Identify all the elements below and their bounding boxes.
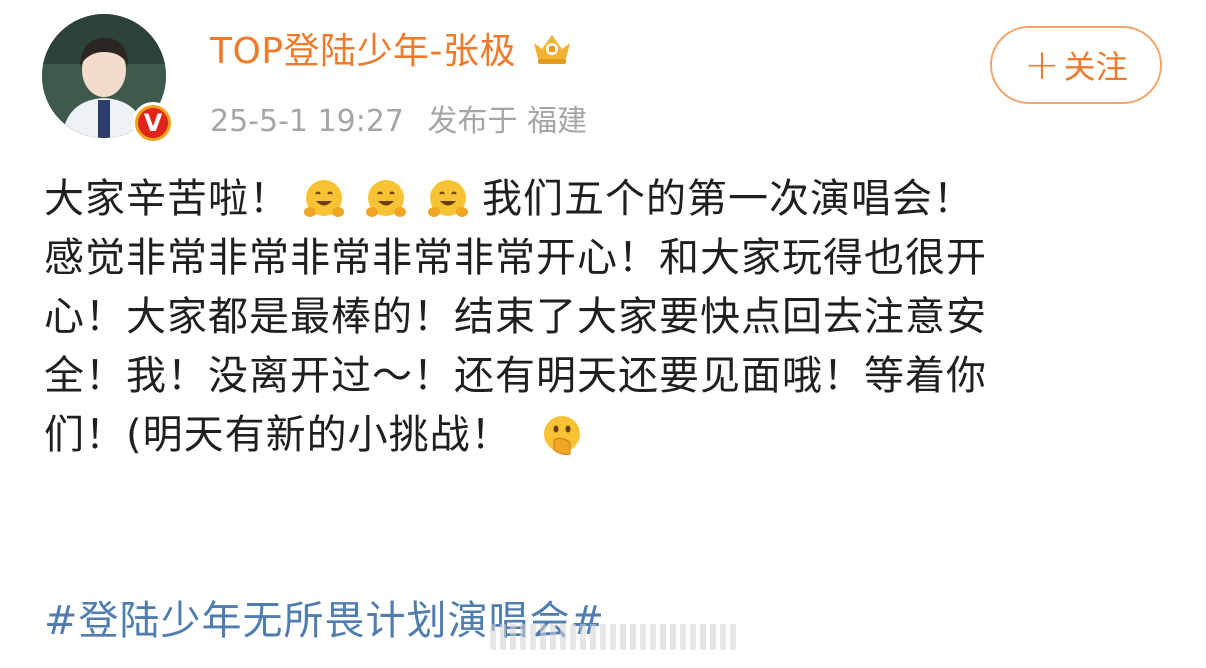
post-line: 大家辛苦啦！ 我们五个的第一次演唱会！ xyxy=(44,176,974,222)
post-meta: 25-5-1 19:27 发布于 福建 xyxy=(210,96,601,140)
post-location: 发布于 福建 xyxy=(427,104,588,139)
post-body: 大家辛苦啦！ 我们五个的第一次演唱会！ 感觉非常非常非常非常非常开心！和大家玩得… xyxy=(44,170,1164,465)
watermark xyxy=(490,624,740,650)
post-line: 心！大家都是最棒的！结束了大家要快点回去注意安 xyxy=(44,294,987,340)
post-header: V TOP登陆少年-张极 25-5-1 19:27 发布于 福建 + 关注 xyxy=(0,0,1206,150)
post-timestamp: 25-5-1 19:27 xyxy=(210,104,404,139)
face-with-hand-over-mouth-emoji xyxy=(543,415,580,455)
verified-v-icon: V xyxy=(132,102,174,144)
post-line: 全！我！没离开过～！还有明天还要见面哦！等着你 xyxy=(44,353,987,399)
post-line: 感觉非常非常非常非常非常开心！和大家玩得也很开 xyxy=(44,235,987,281)
follow-label: 关注 xyxy=(1063,48,1128,86)
crown-badge-icon[interactable] xyxy=(530,29,574,67)
username[interactable]: TOP登陆少年-张极 xyxy=(210,22,516,74)
avatar[interactable]: V xyxy=(42,14,174,144)
hugging-face-emoji xyxy=(366,179,406,217)
plus-icon: + xyxy=(1024,40,1060,89)
hugging-face-emoji xyxy=(304,179,344,217)
post-line: 们！(明天有新的小挑战！ xyxy=(44,406,1164,465)
hugging-face-emoji xyxy=(428,179,468,217)
name-row: TOP登陆少年-张极 xyxy=(210,22,574,74)
follow-button[interactable]: + 关注 xyxy=(990,26,1162,104)
